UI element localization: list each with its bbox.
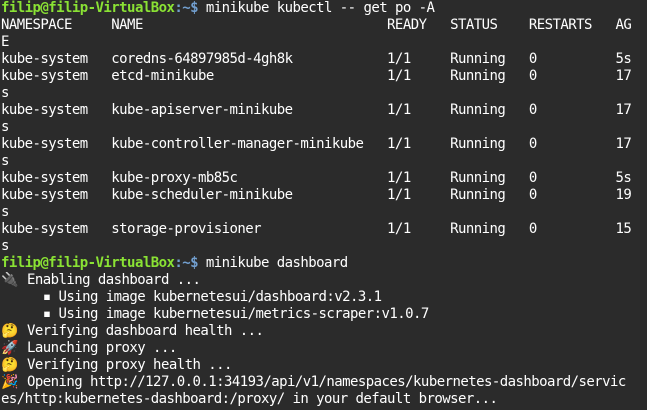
table-row-wrap: s — [1, 204, 9, 220]
output-text: Enabling dashboard ... — [27, 272, 201, 288]
output-url-text[interactable]: Opening http://127.0.0.1:34193/api/v1/na… — [27, 374, 626, 390]
table-row: kube-system kube-proxy-mb85c 1/1 Running… — [1, 170, 632, 186]
table-row-wrap: s — [1, 153, 9, 169]
thinking-face-icon: 🤔 — [1, 323, 19, 339]
prompt-user-host: filip@filip-VirtualBox — [1, 0, 175, 16]
output-text: Verifying dashboard health ... — [27, 323, 264, 339]
table-row: kube-system kube-controller-manager-mini… — [1, 136, 632, 152]
prompt-line-2: filip@filip-VirtualBox:~$ minikube dashb… — [1, 255, 647, 272]
terminal-window[interactable]: filip@filip-VirtualBox:~$ minikube kubec… — [0, 0, 647, 410]
table-row: kube-system etcd-minikube 1/1 Running 0 … — [1, 68, 632, 84]
table-row: kube-system coredns-64897985d-4gh8k 1/1 … — [1, 51, 632, 67]
table-header-wrap: E — [1, 34, 9, 50]
rocket-icon: 🚀 — [1, 340, 19, 356]
output-line: ▪ Using image kubernetesui/metrics-scrap… — [1, 306, 647, 323]
output-text: ▪ Using image kubernetesui/metrics-scrap… — [27, 306, 430, 322]
output-line: 🚀 Launching proxy ... — [1, 340, 647, 357]
table-row: kube-system storage-provisioner 1/1 Runn… — [1, 221, 632, 237]
prompt-path: :~$ — [174, 255, 198, 271]
output-text: ▪ Using image kubernetesui/dashboard:v2.… — [27, 289, 382, 305]
table-row-wrap: s — [1, 238, 9, 254]
thinking-face-icon: 🤔 — [1, 357, 19, 373]
prompt-user-host: filip@filip-VirtualBox — [1, 255, 175, 271]
plug-icon: 🔌 — [1, 272, 19, 288]
table-header: NAMESPACE NAME READY STATUS RESTARTS AG — [1, 17, 632, 33]
table-row-wrap: s — [1, 119, 9, 135]
output-line: 🤔 Verifying proxy health ... — [1, 357, 647, 374]
output-line: ▪ Using image kubernetesui/dashboard:v2.… — [1, 289, 647, 306]
table-row-wrap: s — [1, 85, 9, 101]
output-text: Verifying proxy health ... — [27, 357, 232, 373]
command-text: minikube dashboard — [197, 255, 348, 271]
output-text: Launching proxy ... — [27, 340, 177, 356]
table-row: kube-system kube-scheduler-minikube 1/1 … — [1, 187, 632, 203]
command-text: minikube kubectl -- get po -A — [197, 0, 435, 16]
output-line: 🔌 Enabling dashboard ... — [1, 272, 647, 289]
party-popper-icon: 🎉 — [1, 374, 19, 390]
output-line: 🎉 Opening http://127.0.0.1:34193/api/v1/n… — [1, 374, 647, 391]
output-line: 🤔 Verifying dashboard health ... — [1, 323, 647, 340]
table-row: kube-system kube-apiserver-minikube 1/1 … — [1, 102, 632, 118]
output-wrap-line[interactable]: es/http:kubernetes-dashboard:/proxy/ in … — [1, 391, 647, 408]
prompt-path: :~$ — [174, 0, 198, 16]
prompt-line-1: filip@filip-VirtualBox:~$ minikube kubec… — [1, 0, 647, 17]
